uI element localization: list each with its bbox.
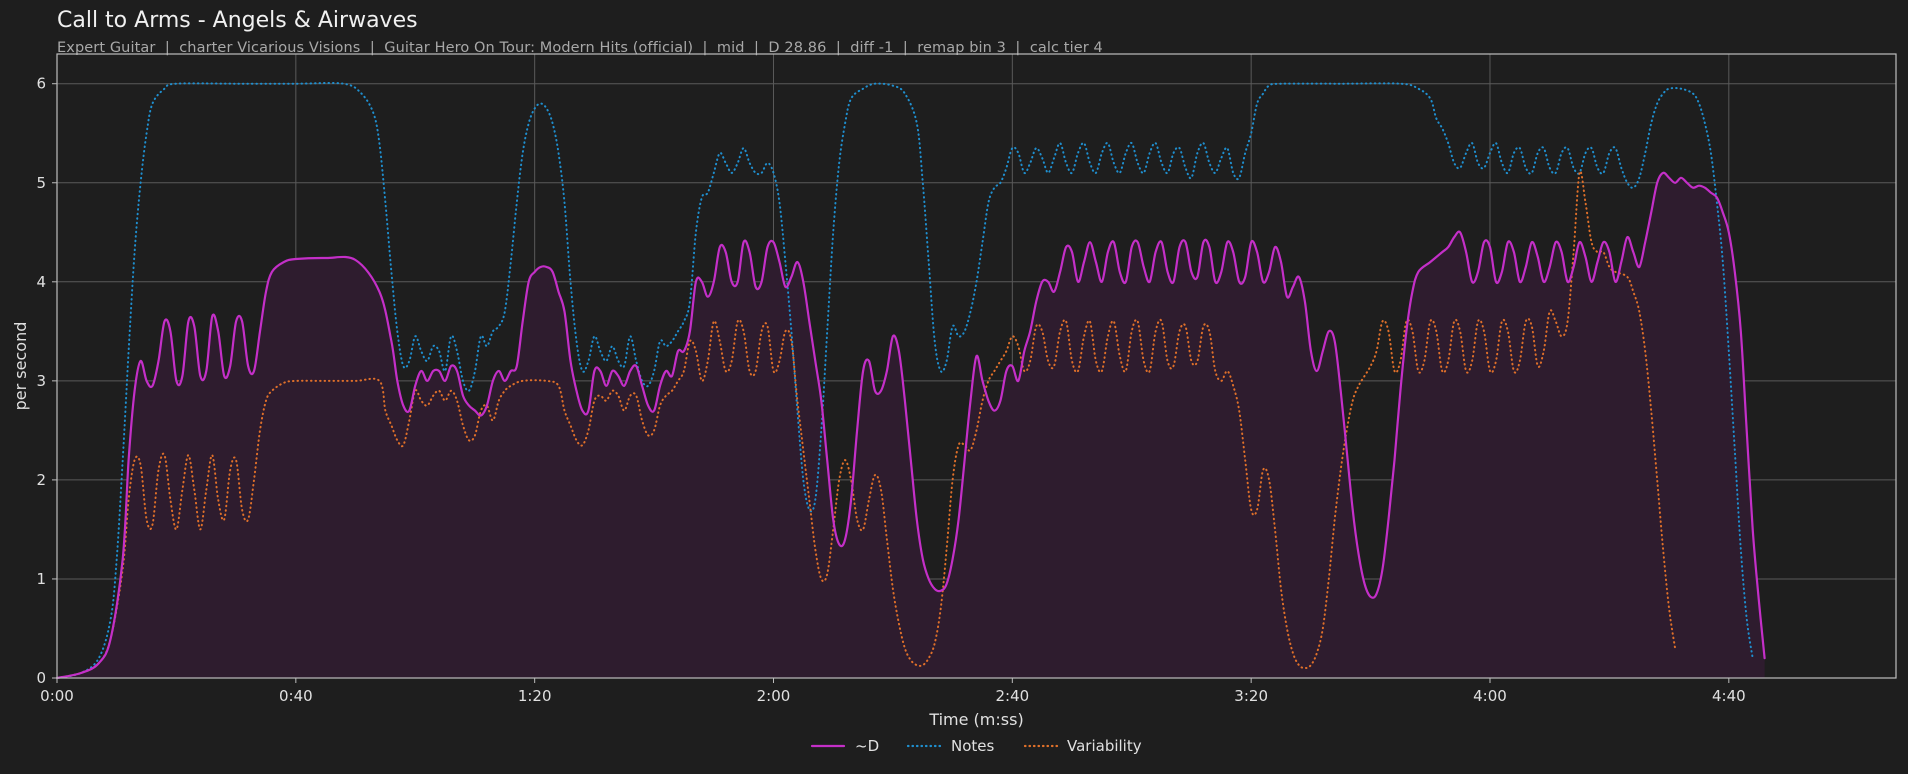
y-tick-label: 4	[36, 273, 46, 291]
legend-item-d: ~D	[810, 737, 879, 755]
legend: ~D Notes Variability	[810, 737, 1142, 755]
y-tick-label: 6	[36, 75, 46, 93]
y-tick-label: 2	[36, 471, 46, 489]
x-tick-label: 4:00	[1473, 687, 1507, 705]
x-tick-label: 4:40	[1712, 687, 1746, 705]
y-tick-label: 0	[36, 669, 46, 687]
x-tick-label: 3:20	[1234, 687, 1268, 705]
x-tick-label: 0:00	[40, 687, 74, 705]
x-tick-label: 1:20	[518, 687, 552, 705]
legend-label: Variability	[1067, 737, 1142, 755]
legend-item-variability: Variability	[1023, 737, 1142, 755]
y-tick-label: 1	[36, 570, 46, 588]
x-axis-label: Time (m:ss)	[928, 710, 1023, 729]
legend-label: ~D	[855, 737, 879, 755]
x-tick-label: 2:00	[757, 687, 791, 705]
chart-svg: 0:00 0:40 1:20 2:00 2:40 3:20 4:00 4:40 0 1 2 3 4 5 6…	[11, 53, 1897, 755]
y-tick-label: 3	[36, 372, 46, 390]
legend-label: Notes	[951, 737, 995, 755]
legend-item-notes: Notes	[906, 737, 995, 755]
y-axis-ticks: 0 1 2 3 4 5 6	[36, 75, 57, 687]
x-tick-label: 2:40	[995, 687, 1029, 705]
series-fill-layer	[57, 172, 1765, 679]
series-fill-d	[57, 172, 1765, 679]
x-tick-label: 0:40	[279, 687, 313, 705]
y-tick-label: 5	[36, 174, 46, 192]
x-axis-ticks: 0:00 0:40 1:20 2:00 2:40 3:20 4:00 4:40	[40, 678, 1746, 705]
y-axis-label: per second	[11, 322, 30, 411]
